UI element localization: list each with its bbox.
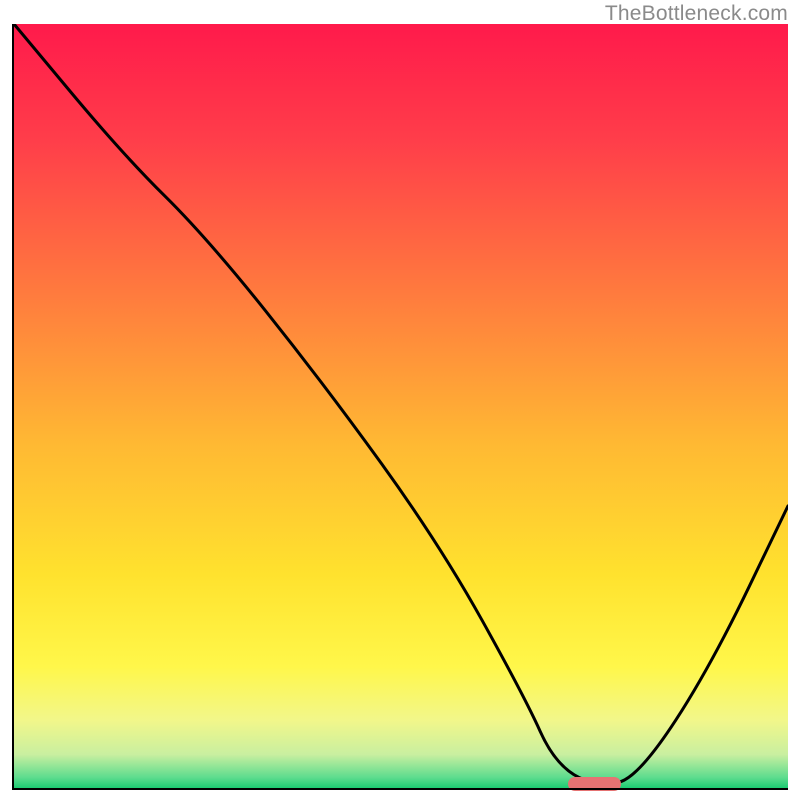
watermark-text: TheBottleneck.com — [605, 2, 788, 26]
plot-area — [14, 24, 788, 789]
x-axis — [12, 788, 788, 790]
y-axis — [12, 24, 14, 789]
chart-container: TheBottleneck.com — [0, 0, 800, 800]
bottleneck-curve — [14, 24, 788, 789]
